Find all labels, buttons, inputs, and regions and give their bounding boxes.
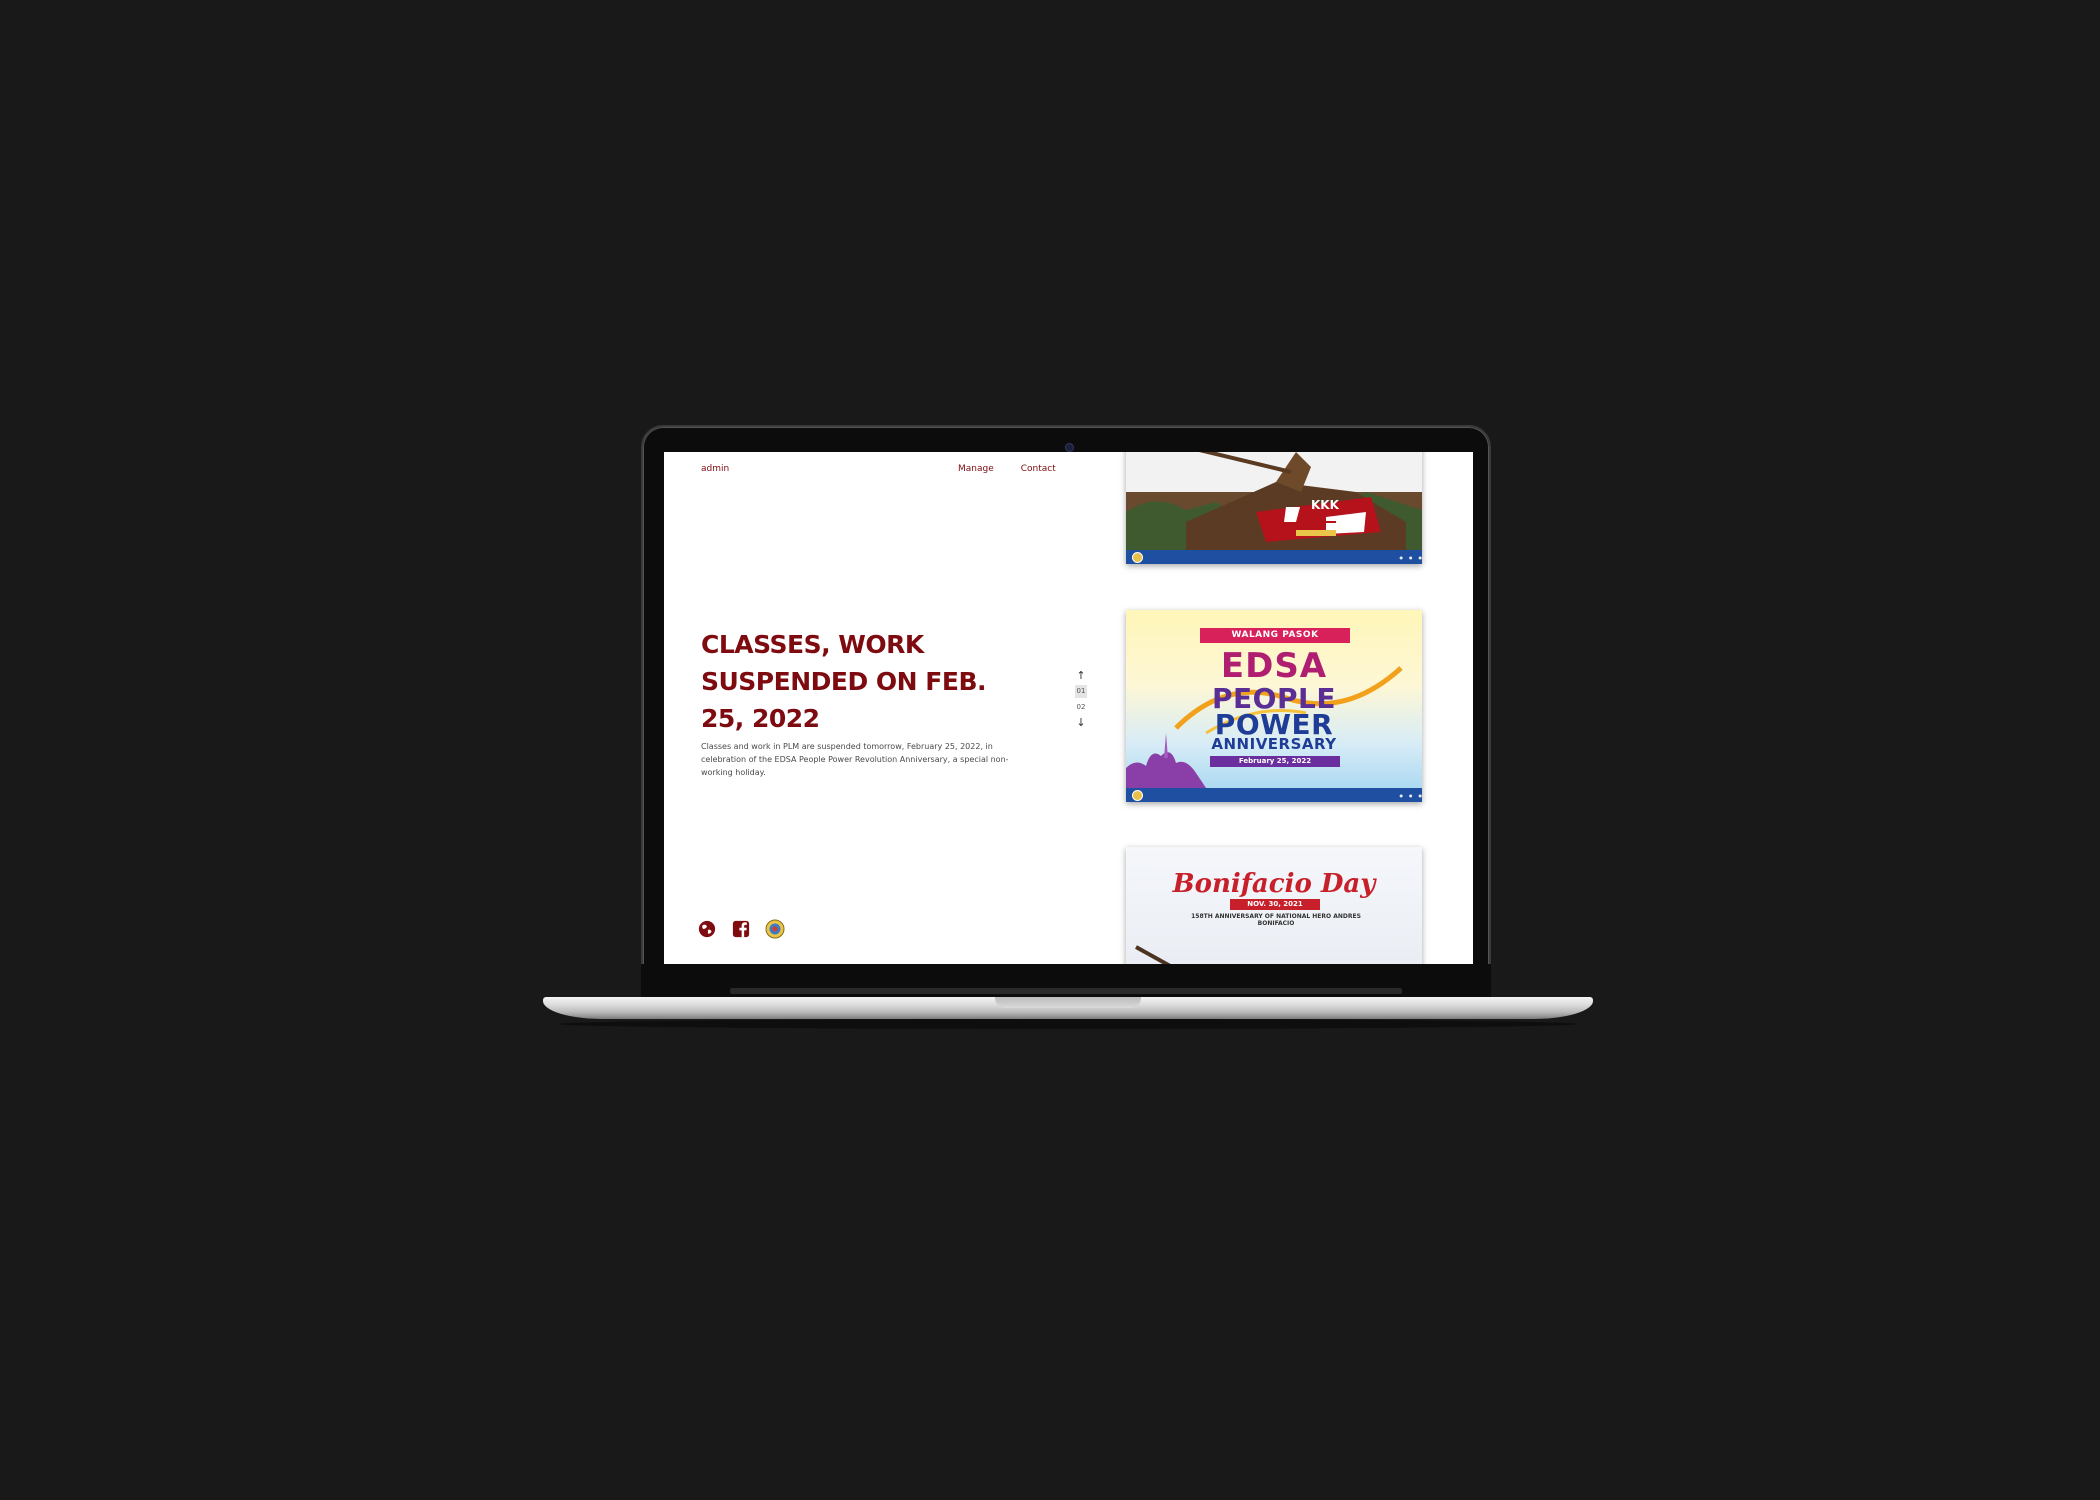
page-number-01[interactable]: 01 <box>1075 685 1087 698</box>
monument-kkk-text: KKK <box>1311 498 1340 512</box>
article-headline: CLASSES, WORK SUSPENDED ON FEB. 25, 2022 <box>701 630 987 733</box>
globe-icon[interactable] <box>697 919 717 939</box>
article-summary: Classes and work in PLM are suspended to… <box>701 742 1009 777</box>
laptop-shadow <box>560 1019 1576 1029</box>
footer-mail-icon: ● <box>1418 554 1423 560</box>
footer-fb-icon: ● <box>1409 554 1413 560</box>
mockup-stage: admin Manage Contact CLASSES, WORK SUSPE… <box>0 0 2100 1500</box>
laptop-hinge <box>730 988 1402 994</box>
card-footer: ● ● ● <box>1126 788 1422 802</box>
bonifacio-statue <box>1135 945 1171 964</box>
arrow-down-icon[interactable]: ↓ <box>1076 717 1085 729</box>
post-card-edsa[interactable]: WALANG PASOK EDSA PEOPLE POWER ANNIVERSA… <box>1126 610 1422 802</box>
edsa-date-tag: February 25, 2022 <box>1210 756 1340 767</box>
walang-pasok-tag: WALANG PASOK <box>1200 628 1350 643</box>
monument-photo: KKK <box>1126 452 1422 564</box>
edsa-shrine-silhouette <box>1126 733 1206 788</box>
plm-seal-icon[interactable] <box>765 919 785 939</box>
plm-seal-small-icon <box>1132 551 1143 563</box>
footer-web-icon: ● <box>1399 554 1404 560</box>
plm-seal-small-icon <box>1132 789 1143 801</box>
bonifacio-subtitle: 158TH ANNIVERSARY OF NATIONAL HERO ANDRE… <box>1191 913 1361 927</box>
footer-mail-icon: ● <box>1418 792 1423 798</box>
footer-fb-icon: ● <box>1409 792 1413 798</box>
camera-dot <box>1065 443 1074 452</box>
nav-link-manage[interactable]: Manage <box>958 464 994 474</box>
card-footer: ● ● ● <box>1126 550 1422 564</box>
edsa-line-1: EDSA <box>1220 646 1328 686</box>
bonifacio-date-tag: NOV. 30, 2021 <box>1230 899 1320 910</box>
nav-link-contact[interactable]: Contact <box>1021 464 1056 474</box>
footer-web-icon: ● <box>1399 792 1404 798</box>
facebook-icon[interactable] <box>731 919 751 939</box>
top-nav: Manage Contact <box>958 464 1056 474</box>
laptop-screen: admin Manage Contact CLASSES, WORK SUSPE… <box>664 452 1473 964</box>
laptop-notch <box>995 997 1141 1008</box>
arrow-up-icon[interactable]: ↑ <box>1076 670 1085 682</box>
slide-pager: ↑ 01 02 ↓ <box>1074 670 1088 729</box>
admin-link[interactable]: admin <box>701 464 729 474</box>
post-card-monument[interactable]: KKK ● ● ● <box>1126 452 1422 564</box>
page-number-02[interactable]: 02 <box>1075 701 1087 714</box>
post-card-bonifacio[interactable]: Bonifacio Day NOV. 30, 2021 158TH ANNIVE… <box>1126 847 1422 964</box>
social-links <box>697 919 785 939</box>
bonifacio-title: Bonifacio Day <box>1172 869 1376 899</box>
